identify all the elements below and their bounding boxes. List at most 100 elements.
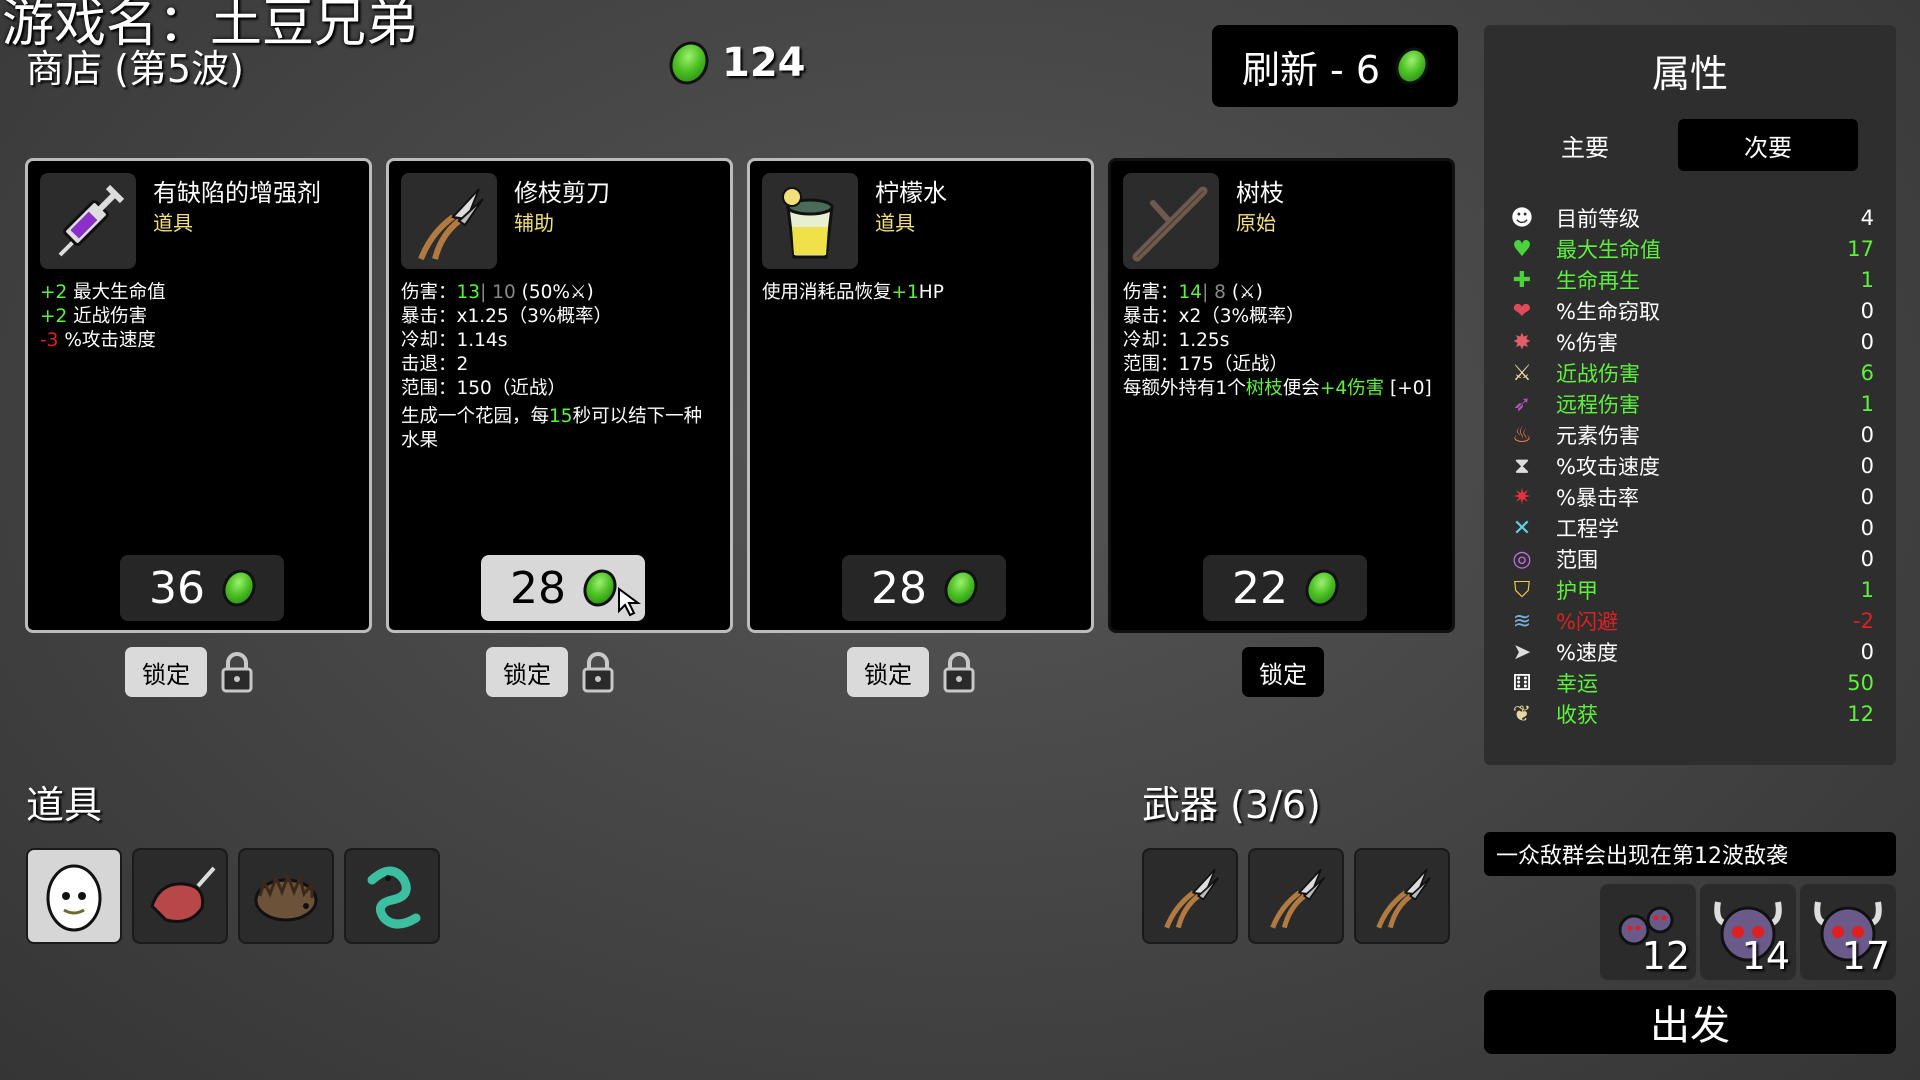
stat-row: ✸ %伤害 0 <box>1508 327 1874 357</box>
buy-button[interactable]: 28 <box>481 555 645 621</box>
stat-value: 1 <box>1860 268 1874 292</box>
card-description: +2 最大生命值 +2 近战伤害 -3 %攻击速度 <box>40 281 357 353</box>
crit-icon: ✷ <box>1512 484 1532 510</box>
lifesteal-icon: ❤ <box>1512 298 1532 324</box>
lock-button-3[interactable]: 锁定 <box>847 647 929 697</box>
stat-name: %攻击速度 <box>58 330 156 351</box>
stat-key: 冷却： <box>1123 330 1179 351</box>
stat-bonus: +2 <box>40 306 68 327</box>
weapon-slot-2[interactable] <box>1248 848 1344 944</box>
stat-value: 150（近战） <box>456 378 566 399</box>
shop-card-4[interactable]: 树枝 原始 伤害：14| 8 (⚔) 暴击：x2（3%概率） 冷却：1.25s … <box>1108 158 1455 633</box>
harvest-icon: ❦ <box>1512 701 1532 727</box>
stat-row: ⛉ 护甲 1 <box>1508 575 1874 605</box>
item-slot-meat[interactable] <box>132 848 228 944</box>
stat-name: 最大生命值 <box>67 282 166 303</box>
effect-value: +1 <box>891 282 919 303</box>
tab-primary[interactable]: 主要 <box>1495 119 1675 171</box>
stats-panel: 属性 主要 次要 ☻ 目前等级 4 ♥ 最大生命值 17 ✚ 生命再生 1 ❤ %生命窃取 0 ✸ %伤害… <box>1484 25 1896 765</box>
stat-label: %攻击速度 <box>1556 455 1660 479</box>
stat-base: | 10 <box>480 282 516 303</box>
stat-value: 1.25s <box>1178 330 1230 351</box>
item-slot-egg[interactable] <box>26 848 122 944</box>
stat-key: 伤害： <box>401 282 457 303</box>
tab-secondary[interactable]: 次要 <box>1678 119 1858 171</box>
stat-value: x1.25（3%概率） <box>456 306 613 327</box>
stat-value: 13 <box>456 282 481 303</box>
item-slot-hedgehog[interactable] <box>238 848 334 944</box>
weapon-slot-1[interactable] <box>1142 848 1238 944</box>
weapon-slot-3[interactable] <box>1354 848 1450 944</box>
lock-button-2[interactable]: 锁定 <box>486 647 568 697</box>
go-button[interactable]: 出发 <box>1484 990 1896 1054</box>
enemy-wave-number: 12 <box>1641 934 1690 978</box>
material-icon <box>577 564 623 612</box>
stat-label: %闪避 <box>1556 610 1618 634</box>
stat-label: %速度 <box>1556 641 1618 665</box>
stat-base: | 8 <box>1202 282 1226 303</box>
refresh-button[interactable]: 刷新 - 6 <box>1212 25 1458 107</box>
card-description: 伤害：14| 8 (⚔) 暴击：x2（3%概率） 冷却：1.25s 范围：175… <box>1123 281 1440 401</box>
stat-value: 1 <box>1860 578 1874 602</box>
material-icon <box>216 564 262 612</box>
stat-value: 1.14s <box>456 330 508 351</box>
stat-row: ✚ 生命再生 1 <box>1508 265 1874 295</box>
effect-text: [+0] <box>1384 378 1432 399</box>
stat-label: 目前等级 <box>1556 207 1640 231</box>
stat-label: 幸运 <box>1556 672 1598 696</box>
money-counter: 124 <box>662 35 806 91</box>
stat-bonus: +2 <box>40 282 68 303</box>
stat-key: 击退： <box>401 354 457 375</box>
shop-card-3[interactable]: 柠檬水 道具 使用消耗品恢复+1HP 28 <box>747 158 1094 633</box>
items-header: 道具 <box>26 783 103 827</box>
armor-icon: ⛉ <box>1513 577 1531 603</box>
pruning-shears-icon <box>401 173 497 269</box>
price-value: 28 <box>510 562 566 614</box>
lock-button-1[interactable]: 锁定 <box>125 647 207 697</box>
enemy-wave-1: 12 <box>1600 884 1696 980</box>
shop-card-2[interactable]: 修枝剪刀 辅助 伤害：13| 10 (50%⚔) 暴击：x1.25（3%概率） … <box>386 158 733 633</box>
refresh-label: 刷新 - 6 <box>1241 47 1381 92</box>
lemonade-icon <box>762 173 858 269</box>
buy-button[interactable]: 28 <box>842 555 1006 621</box>
shop-card-1[interactable]: 有缺陷的增强剂 道具 +2 最大生命值 +2 近战伤害 -3 %攻击速度 36 <box>25 158 372 633</box>
mouse-cursor-icon <box>618 587 642 617</box>
stat-key: 范围： <box>401 378 457 399</box>
shop-title: 商店 (第5波) <box>26 47 244 91</box>
card-name: 树枝 <box>1236 179 1284 207</box>
stat-row: ⚅ 幸运 50 <box>1508 668 1874 698</box>
effect-text: 每额外持有1个 <box>1123 378 1246 399</box>
buy-button[interactable]: 22 <box>1203 555 1367 621</box>
card-type: 原始 <box>1236 211 1276 235</box>
padlock-icon <box>943 652 975 693</box>
regen-icon: ✚ <box>1512 267 1532 293</box>
stat-value: 175（近战） <box>1178 354 1288 375</box>
buy-button[interactable]: 36 <box>120 555 284 621</box>
item-slot-spirit[interactable] <box>344 848 440 944</box>
stat-value: 17 <box>1847 237 1874 261</box>
wave-warning: 一众敌群会出现在第12波敌袭 <box>1484 832 1896 876</box>
card-name: 柠檬水 <box>875 179 947 207</box>
stat-value: 0 <box>1860 516 1874 540</box>
stat-value: 2 <box>456 354 469 375</box>
stat-label: 近战伤害 <box>1556 362 1640 386</box>
stat-key: 伤害： <box>1123 282 1179 303</box>
card-type: 辅助 <box>514 211 554 235</box>
price-value: 36 <box>149 562 205 614</box>
stat-row: ♥ 最大生命值 17 <box>1508 234 1874 264</box>
money-value: 124 <box>722 40 806 86</box>
padlock-icon <box>582 652 614 693</box>
lock-button-4[interactable]: 锁定 <box>1242 647 1324 697</box>
stat-label: %伤害 <box>1556 331 1618 355</box>
stat-value: 0 <box>1860 454 1874 478</box>
stat-row: ➤ %速度 0 <box>1508 637 1874 667</box>
price-value: 22 <box>1232 562 1288 614</box>
enemy-wave-3: 17 <box>1800 884 1896 980</box>
melee-icon: ⚔ <box>1512 360 1532 386</box>
stat-value: 0 <box>1860 423 1874 447</box>
stat-label: %生命窃取 <box>1556 300 1660 324</box>
card-name: 修枝剪刀 <box>514 179 610 207</box>
stat-key: 冷却： <box>401 330 457 351</box>
card-type: 道具 <box>875 211 915 235</box>
damage-icon: ✸ <box>1512 329 1532 355</box>
